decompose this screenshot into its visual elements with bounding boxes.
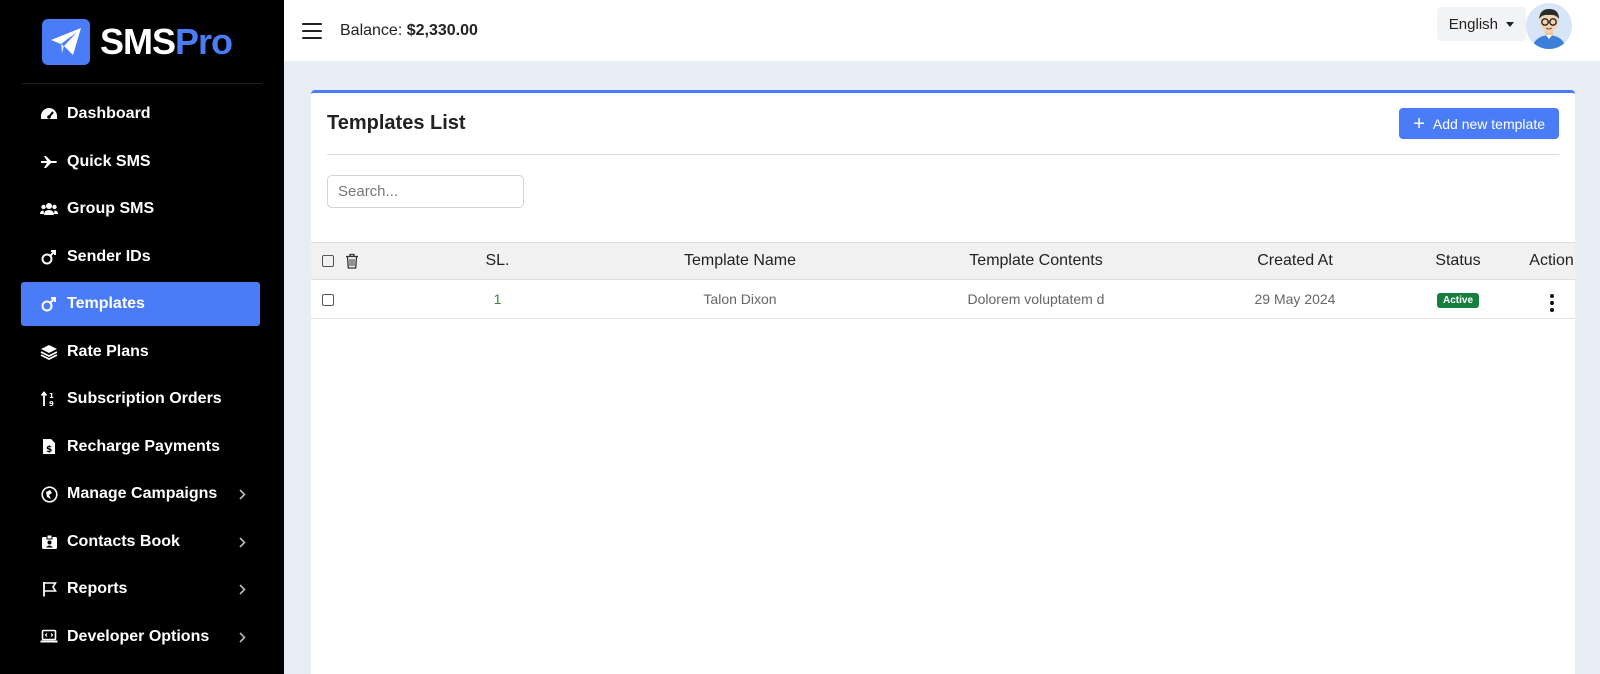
laptop-code-icon: [40, 628, 58, 646]
plus-icon: +: [1413, 112, 1425, 135]
sidebar-item-label: Rate Plans: [67, 342, 149, 360]
sidebar-item-label: Dashboard: [67, 105, 151, 122]
row-status-cell: Active: [1388, 280, 1528, 319]
flag-icon: [40, 580, 58, 598]
select-all-checkbox[interactable]: [322, 254, 334, 267]
sidebar-item-quick-sms[interactable]: Quick SMS: [21, 140, 260, 184]
row-action-cell: [1528, 280, 1575, 319]
bulk-delete-cell: [345, 242, 385, 280]
sidebar-item-group-sms[interactable]: Group SMS: [21, 187, 260, 231]
chevron-right-icon: [239, 487, 246, 505]
sidebar-item-developer-options[interactable]: Developer Options: [21, 615, 260, 659]
svg-text:9: 9: [49, 400, 54, 407]
sidebar-item-dashboard[interactable]: Dashboard: [21, 92, 260, 136]
column-header-sl[interactable]: SL.: [385, 242, 610, 280]
add-template-button[interactable]: + Add new template: [1399, 108, 1559, 139]
plane-icon: [40, 153, 58, 171]
templates-card: Templates List + Add new template SL. Te…: [311, 90, 1575, 674]
table-row: 1 Talon Dixon Dolorem voluptatem d 29 Ma…: [311, 280, 1575, 319]
invoice-dollar-icon: $: [40, 438, 58, 456]
sidebar-item-label: Manage Campaigns: [67, 485, 218, 502]
chevron-right-icon: [239, 630, 246, 648]
row-template-name: Talon Dixon: [703, 291, 777, 307]
sidebar-item-label: Group SMS: [67, 200, 155, 217]
chevron-right-icon: [239, 582, 246, 600]
sidebar-item-manage-campaigns[interactable]: Manage Campaigns: [21, 472, 260, 516]
status-badge: Active: [1436, 293, 1479, 308]
balance-display: Balance: $2,330.00: [340, 21, 478, 39]
row-template-contents: Dolorem voluptatem d: [967, 291, 1105, 307]
language-label: English: [1448, 15, 1498, 33]
user-avatar[interactable]: [1526, 3, 1572, 49]
users-icon: [40, 200, 58, 218]
id-badge-icon: [40, 533, 58, 551]
brand-name: SMSPro: [100, 20, 233, 62]
mars-icon: [40, 248, 58, 266]
column-header-template-name[interactable]: Template Name: [610, 242, 870, 280]
sidebar-item-label: Reports: [67, 580, 128, 597]
sidebar-item-label: Recharge Payments: [67, 437, 220, 455]
layers-icon: [40, 343, 58, 361]
trash-icon[interactable]: [345, 252, 359, 269]
sidebar-item-label: Developer Options: [67, 627, 210, 645]
chevron-right-icon: [239, 535, 246, 553]
campaign-globe-icon: [40, 485, 58, 503]
gauge-icon: [40, 105, 58, 123]
svg-text:$: $: [46, 445, 52, 455]
column-header-action: Action: [1528, 242, 1575, 280]
sidebar-item-label: Quick SMS: [67, 152, 151, 170]
column-header-created-at[interactable]: Created At: [1202, 242, 1388, 280]
sidebar-item-reports[interactable]: Reports: [21, 567, 260, 611]
mars-icon: [40, 295, 58, 313]
svg-text:1: 1: [49, 392, 54, 400]
table-header-row: SL. Template Name Template Contents Crea…: [311, 242, 1575, 280]
empty-cell: [345, 280, 385, 319]
sidebar: SMSPro Dashboard Quick SMS Group SMS Sen…: [0, 0, 284, 674]
row-sl: 1: [493, 291, 502, 307]
templates-table: SL. Template Name Template Contents Crea…: [311, 242, 1575, 319]
row-created-at: 29 May 2024: [1254, 291, 1336, 307]
row-checkbox[interactable]: [322, 294, 334, 307]
brand-logo[interactable]: SMSPro: [22, 0, 262, 84]
sidebar-item-label: Templates: [67, 295, 145, 312]
add-template-label: Add new template: [1432, 115, 1545, 132]
sort-numeric-icon: 19: [40, 390, 58, 408]
search-input[interactable]: [327, 175, 524, 208]
header-divider: [327, 154, 1559, 155]
language-dropdown[interactable]: English: [1436, 7, 1526, 41]
more-options-icon[interactable]: [1544, 292, 1560, 314]
caret-down-icon: [1506, 21, 1514, 27]
sidebar-item-label: Sender IDs: [67, 247, 151, 265]
sidebar-item-label: Subscription Orders: [67, 390, 222, 407]
sidebar-nav: Dashboard Quick SMS Group SMS Sender IDs…: [0, 84, 284, 659]
column-header-template-contents[interactable]: Template Contents: [870, 242, 1202, 280]
row-select-cell: [311, 280, 345, 319]
sidebar-item-templates[interactable]: Templates: [21, 282, 260, 326]
column-header-status[interactable]: Status: [1388, 242, 1528, 280]
sidebar-item-label: Contacts Book: [67, 532, 180, 550]
paper-plane-icon: [42, 18, 90, 65]
sidebar-item-rate-plans[interactable]: Rate Plans: [21, 330, 260, 374]
sidebar-item-sender-ids[interactable]: Sender IDs: [21, 235, 260, 279]
sidebar-item-subscription-orders[interactable]: 19 Subscription Orders: [21, 377, 260, 421]
menu-toggle-icon[interactable]: [302, 22, 322, 39]
topbar: Balance: $2,330.00 English: [284, 0, 1600, 61]
sidebar-item-contacts-book[interactable]: Contacts Book: [21, 520, 260, 564]
select-all-cell: [311, 242, 345, 280]
page-title: Templates List: [327, 112, 466, 134]
sidebar-item-recharge-payments[interactable]: $ Recharge Payments: [21, 425, 260, 469]
